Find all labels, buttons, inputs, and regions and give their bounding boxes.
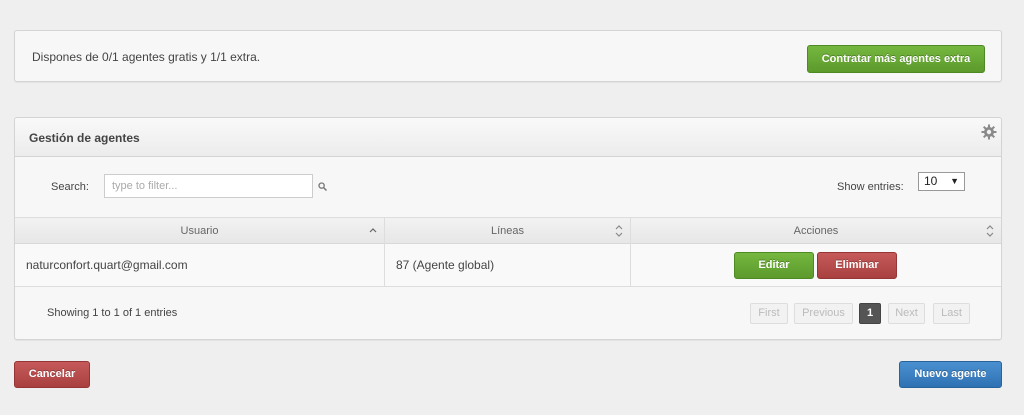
show-entries-label: Show entries: bbox=[837, 181, 904, 193]
table-row: naturconfort.quart@gmail.com 87 (Agente … bbox=[15, 244, 1001, 287]
new-agent-button[interactable]: Nuevo agente bbox=[899, 361, 1002, 388]
contract-more-agents-button[interactable]: Contratar más agentes extra bbox=[807, 45, 985, 73]
table-header: Usuario Líneas Acciones bbox=[15, 217, 1001, 244]
caret-down-icon: ▼ bbox=[950, 176, 959, 186]
search-label: Search: bbox=[51, 181, 89, 193]
search-icon[interactable] bbox=[318, 182, 327, 191]
cancel-button[interactable]: Cancelar bbox=[14, 361, 90, 388]
sort-asc-icon bbox=[369, 228, 377, 233]
cell-lineas: 87 (Agente global) bbox=[385, 244, 631, 286]
cell-acciones: Editar Eliminar bbox=[631, 244, 1001, 286]
pagination-page-1[interactable]: 1 bbox=[859, 303, 881, 324]
column-header-usuario[interactable]: Usuario bbox=[15, 218, 385, 244]
search-input[interactable] bbox=[104, 174, 313, 198]
edit-button[interactable]: Editar bbox=[734, 252, 814, 279]
agents-panel: Gestión de agentes Search: Show entries:… bbox=[14, 117, 1002, 340]
entries-info: Showing 1 to 1 of 1 entries bbox=[47, 307, 178, 319]
sort-both-icon bbox=[615, 225, 623, 237]
entries-selected-value: 10 bbox=[924, 174, 938, 188]
pagination-previous[interactable]: Previous bbox=[794, 303, 853, 324]
sort-both-icon bbox=[986, 225, 994, 237]
panel-title: Gestión de agentes bbox=[29, 131, 140, 145]
delete-button[interactable]: Eliminar bbox=[817, 252, 897, 279]
column-header-lineas[interactable]: Líneas bbox=[385, 218, 631, 244]
column-header-acciones[interactable]: Acciones bbox=[631, 218, 1001, 244]
entries-select[interactable]: 10 ▼ bbox=[918, 172, 965, 191]
cell-usuario: naturconfort.quart@gmail.com bbox=[15, 244, 385, 286]
pagination-last[interactable]: Last bbox=[933, 303, 970, 324]
panel-header: Gestión de agentes bbox=[15, 118, 1001, 157]
pagination-next[interactable]: Next bbox=[888, 303, 925, 324]
gear-icon[interactable] bbox=[981, 124, 997, 140]
info-panel: Dispones de 0/1 agentes gratis y 1/1 ext… bbox=[14, 30, 1002, 82]
agents-quota-text: Dispones de 0/1 agentes gratis y 1/1 ext… bbox=[32, 50, 261, 64]
pagination-first[interactable]: First bbox=[750, 303, 788, 324]
